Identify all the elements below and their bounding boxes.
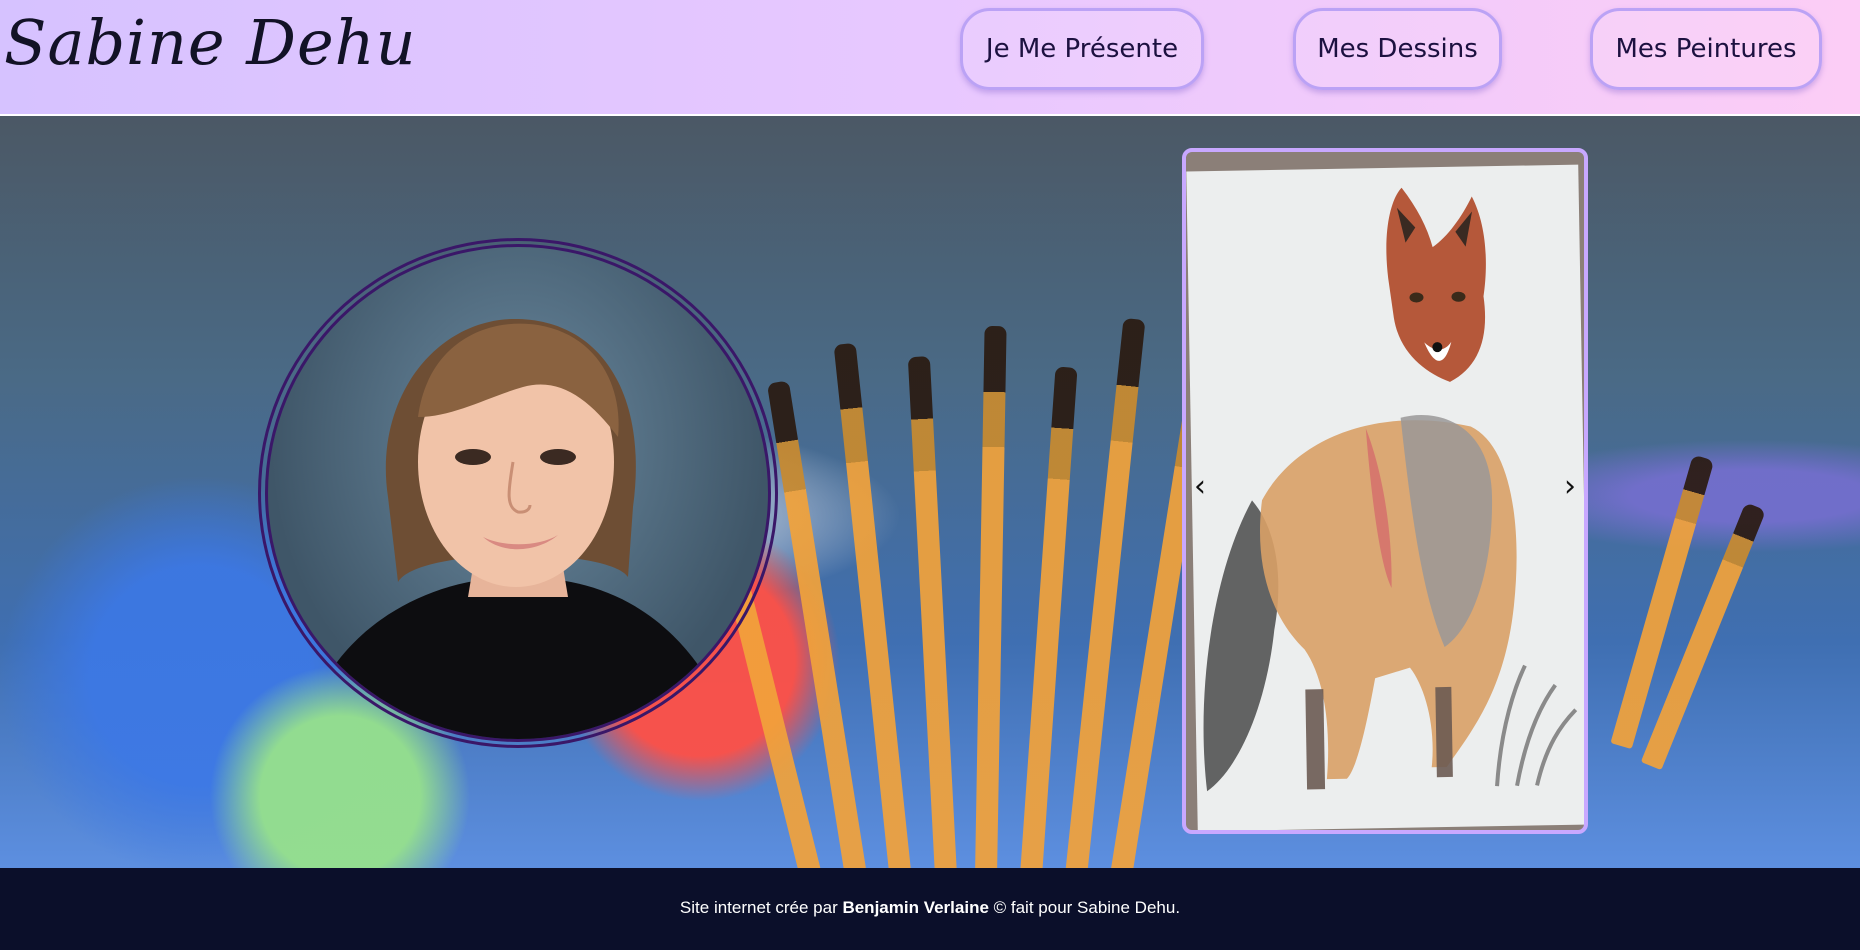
site-logo[interactable]: Sabine Dehu [4, 6, 417, 79]
site-header: Sabine Dehu Je Me Présente Mes Dessins M… [0, 0, 1860, 116]
brush-decoration [1020, 366, 1078, 868]
portrait-photo [265, 244, 771, 742]
artwork-carousel[interactable]: ‹ › [1182, 148, 1588, 834]
nav-button-mes-peintures[interactable]: Mes Peintures [1590, 8, 1822, 90]
carousel-artwork-paper [1186, 164, 1584, 830]
carousel-prev-arrow-icon[interactable]: ‹ [1194, 472, 1206, 502]
fox-artwork [1203, 187, 1578, 792]
site-footer: Site internet crée par Benjamin Verlaine… [0, 868, 1860, 948]
nav-button-je-me-presente[interactable]: Je Me Présente [960, 8, 1204, 90]
brush-decoration [907, 356, 957, 868]
brush-decoration [1610, 454, 1715, 750]
footer-prefix: Site internet crée par [679, 898, 843, 917]
brush-decoration [975, 325, 1007, 868]
nav-button-mes-dessins[interactable]: Mes Dessins [1293, 8, 1502, 90]
carousel-next-arrow-icon[interactable]: › [1564, 472, 1576, 502]
footer-suffix: © fait pour Sabine Dehu. [988, 898, 1181, 917]
footer-author: Benjamin Verlaine [842, 898, 989, 917]
portrait-illustration [308, 318, 728, 739]
